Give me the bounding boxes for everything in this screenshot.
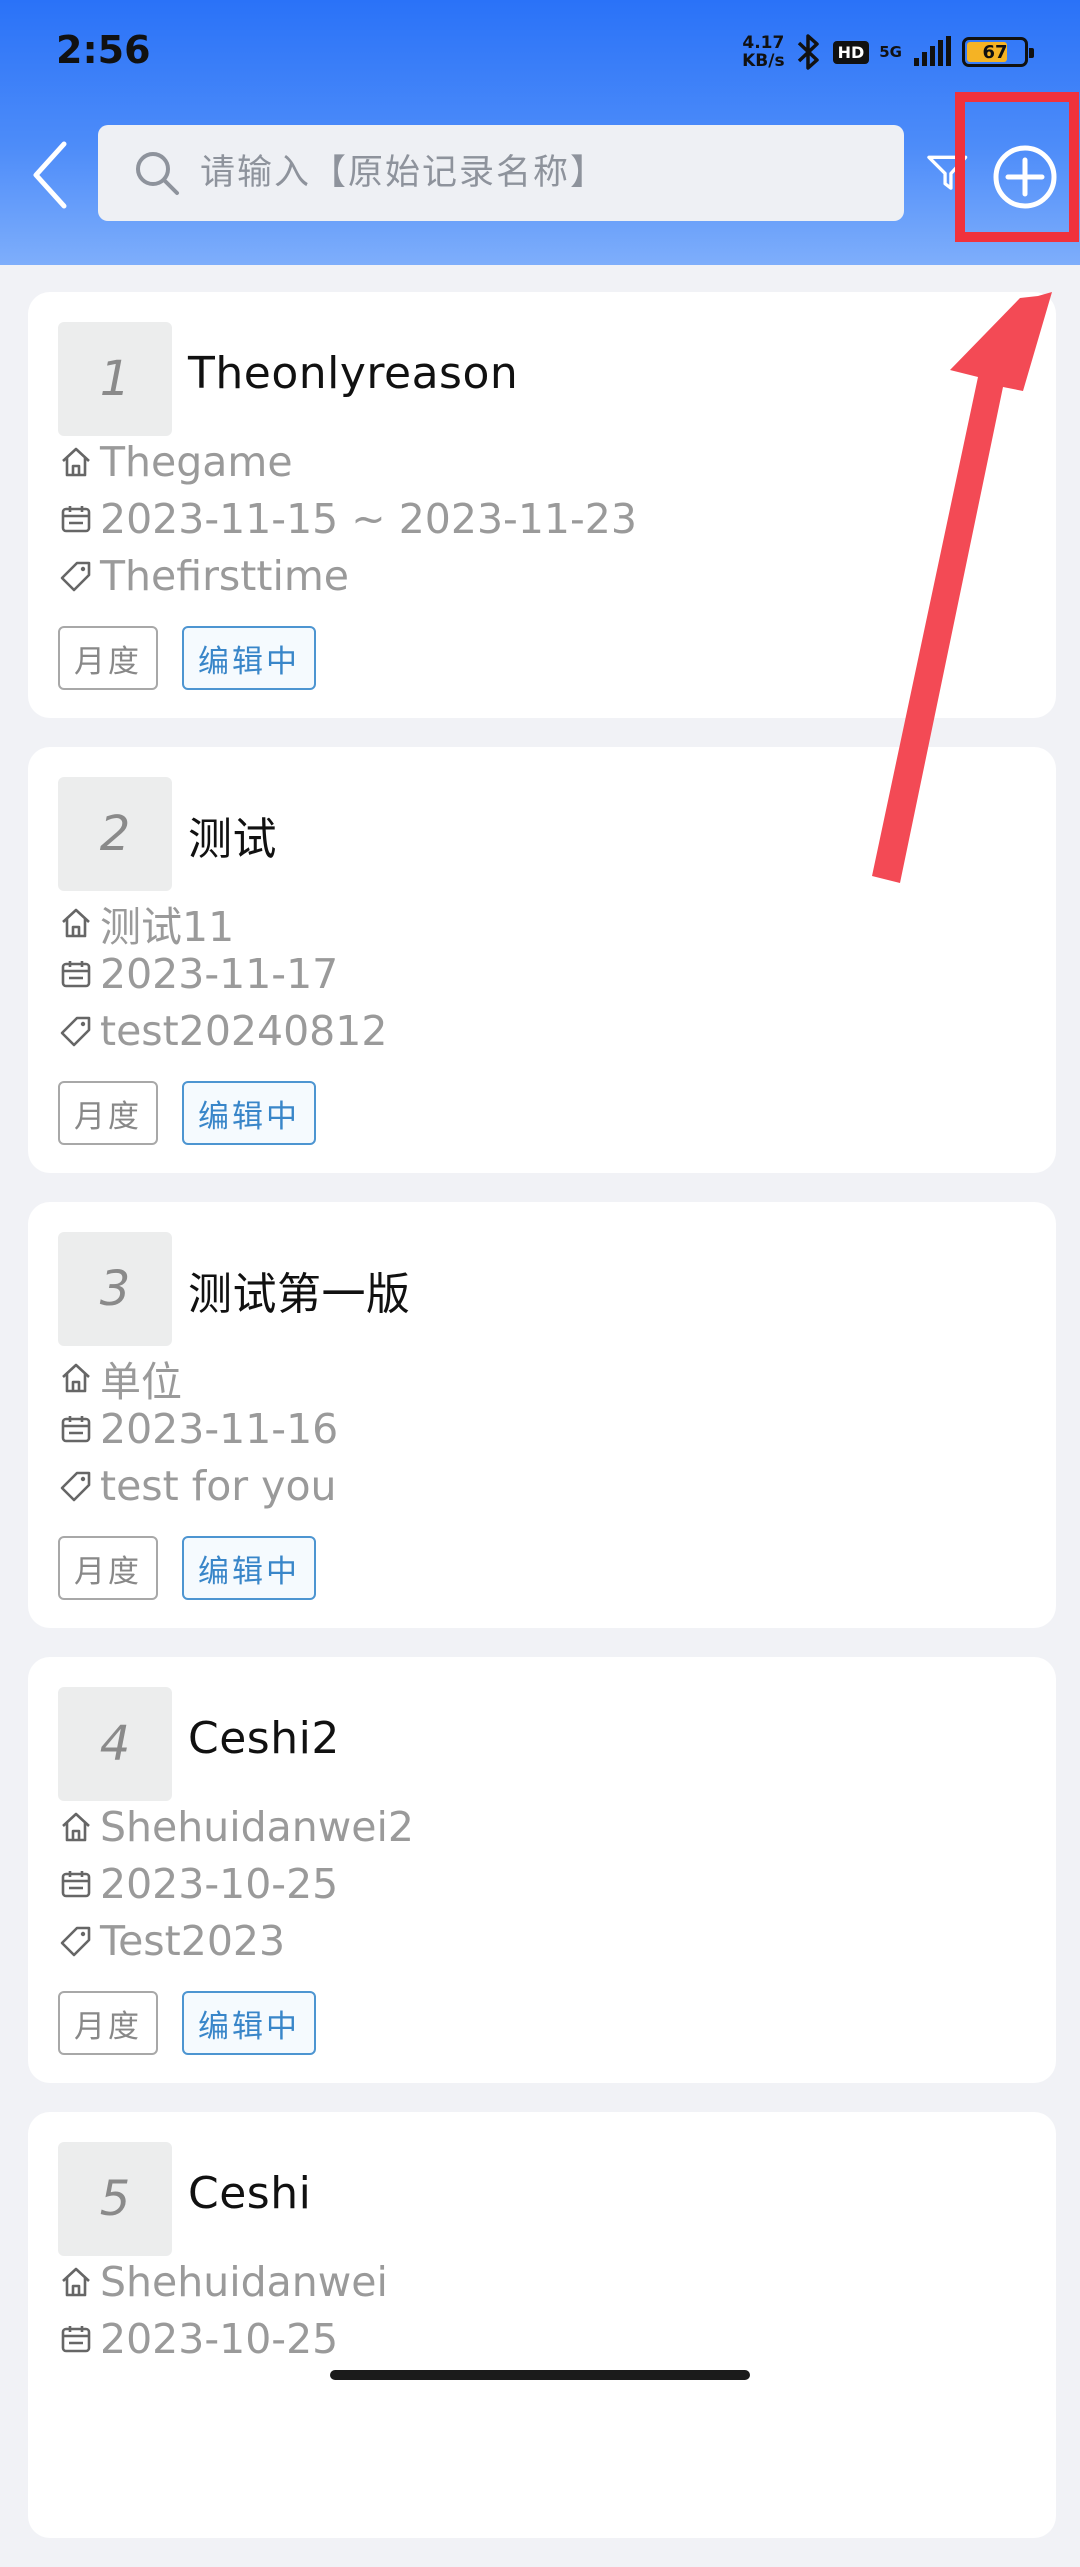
calendar-icon (58, 956, 94, 992)
record-date-row: 2023-11-15 ~ 2023-11-23 (58, 495, 637, 543)
record-title: Theonlyreason (188, 348, 519, 399)
home-indicator[interactable] (330, 2370, 750, 2380)
record-tag-row: test for you (58, 1462, 337, 1510)
calendar-icon (58, 1411, 94, 1447)
record-tag: Test2023 (100, 1917, 286, 1965)
record-unit: Shehuidanwei (100, 2258, 388, 2306)
status-time: 2:56 (56, 28, 151, 72)
record-unit: 单位 (100, 1358, 182, 1406)
record-date-row: 2023-11-17 (58, 950, 338, 998)
record-tag-row: Thefirsttime (58, 552, 349, 600)
header-bar: 2:56 4.17 KB/s HD 5G 67 请输入【原始记录名称】 (0, 0, 1080, 265)
battery-icon: 67 (962, 37, 1034, 67)
tag-icon (58, 1923, 94, 1959)
back-icon (33, 141, 67, 209)
record-title: Ceshi2 (188, 1713, 340, 1764)
record-card[interactable]: 2 测试 测试11 2023-11-17 test20240812 月度 编辑中 (28, 747, 1056, 1173)
record-card[interactable]: 4 Ceshi2 Shehuidanwei2 2023-10-25 Test20… (28, 1657, 1056, 2083)
record-unit-row: Shehuidanwei2 (58, 1803, 414, 1851)
tag-icon (58, 558, 94, 594)
period-badge: 月度 (58, 1536, 158, 1600)
record-tag: test for you (100, 1462, 337, 1510)
status-badge[interactable]: 编辑中 (182, 626, 316, 690)
record-date-row: 2023-11-16 (58, 1405, 338, 1453)
battery-level: 67 (982, 41, 1008, 63)
record-index: 1 (58, 322, 172, 436)
record-badges: 月度 编辑中 (58, 1081, 316, 1145)
net-speed-value: 4.17 (742, 33, 785, 53)
record-badges: 月度 编辑中 (58, 626, 316, 690)
record-unit-row: Thegame (58, 438, 293, 486)
calendar-icon (58, 501, 94, 537)
period-badge: 月度 (58, 1081, 158, 1145)
hd-badge: HD (832, 40, 870, 64)
home-icon (58, 1360, 94, 1396)
record-index: 5 (58, 2142, 172, 2256)
record-index: 3 (58, 1232, 172, 1346)
home-icon (58, 905, 94, 941)
status-badge[interactable]: 编辑中 (182, 1991, 316, 2055)
record-title: 测试 (188, 814, 277, 865)
tag-icon (58, 1013, 94, 1049)
tag-icon (58, 1468, 94, 1504)
home-icon (58, 2264, 94, 2300)
search-icon (134, 150, 180, 196)
period-badge: 月度 (58, 626, 158, 690)
battery-tip (1029, 48, 1034, 58)
record-tag: Thefirsttime (100, 552, 350, 600)
record-date: 2023-11-15 ~ 2023-11-23 (100, 495, 637, 543)
record-badges: 月度 编辑中 (58, 1991, 316, 2055)
record-unit-row: 单位 (58, 1348, 182, 1408)
record-card[interactable]: 5 Ceshi Shehuidanwei 2023-10-25 (28, 2112, 1056, 2538)
status-icons: 4.17 KB/s HD 5G 67 (742, 30, 1034, 74)
record-index: 4 (58, 1687, 172, 1801)
period-badge: 月度 (58, 1991, 158, 2055)
record-badges: 月度 编辑中 (58, 1536, 316, 1600)
record-unit-row: 测试11 (58, 893, 234, 953)
add-circle-icon (993, 145, 1057, 209)
calendar-icon (58, 1866, 94, 1902)
search-box[interactable] (98, 125, 904, 221)
back-button[interactable] (20, 135, 80, 215)
record-date-row: 2023-10-25 (58, 2315, 338, 2363)
net-speed-unit: KB/s (742, 51, 785, 71)
network-type: 5G (879, 43, 902, 61)
signal-icon (912, 36, 952, 68)
record-card[interactable]: 3 测试第一版 单位 2023-11-16 test for you 月度 编辑… (28, 1202, 1056, 1628)
record-date: 2023-11-17 (100, 950, 339, 998)
record-title: 测试第一版 (188, 1269, 411, 1320)
home-icon (58, 1809, 94, 1845)
record-card[interactable]: 1 Theonlyreason Thegame 2023-11-15 ~ 202… (28, 292, 1056, 718)
filter-icon (927, 155, 968, 190)
calendar-icon (58, 2321, 94, 2357)
net-speed: 4.17 KB/s (742, 34, 784, 70)
record-unit: Shehuidanwei2 (100, 1803, 414, 1851)
record-unit-row: Shehuidanwei (58, 2258, 388, 2306)
record-date-row: 2023-10-25 (58, 1860, 338, 1908)
status-badge[interactable]: 编辑中 (182, 1536, 316, 1600)
record-tag-row: Test2023 (58, 1917, 285, 1965)
record-tag-row: test20240812 (58, 1007, 387, 1055)
record-date: 2023-11-16 (100, 1405, 339, 1453)
record-list: 1 Theonlyreason Thegame 2023-11-15 ~ 202… (28, 292, 1056, 2567)
record-unit: Thegame (100, 438, 293, 486)
status-bar: 2:56 4.17 KB/s HD 5G 67 (0, 0, 1080, 105)
record-title: Ceshi (188, 2168, 312, 2219)
search-input[interactable] (200, 153, 840, 193)
filter-button[interactable] (926, 140, 970, 204)
status-badge[interactable]: 编辑中 (182, 1081, 316, 1145)
record-date: 2023-10-25 (100, 2315, 339, 2363)
record-unit: 测试11 (100, 903, 235, 951)
record-index: 2 (58, 777, 172, 891)
record-tag: test20240812 (100, 1007, 388, 1055)
bluetooth-icon (795, 33, 823, 71)
record-date: 2023-10-25 (100, 1860, 339, 1908)
add-record-button[interactable] (990, 142, 1060, 212)
home-icon (58, 444, 94, 480)
